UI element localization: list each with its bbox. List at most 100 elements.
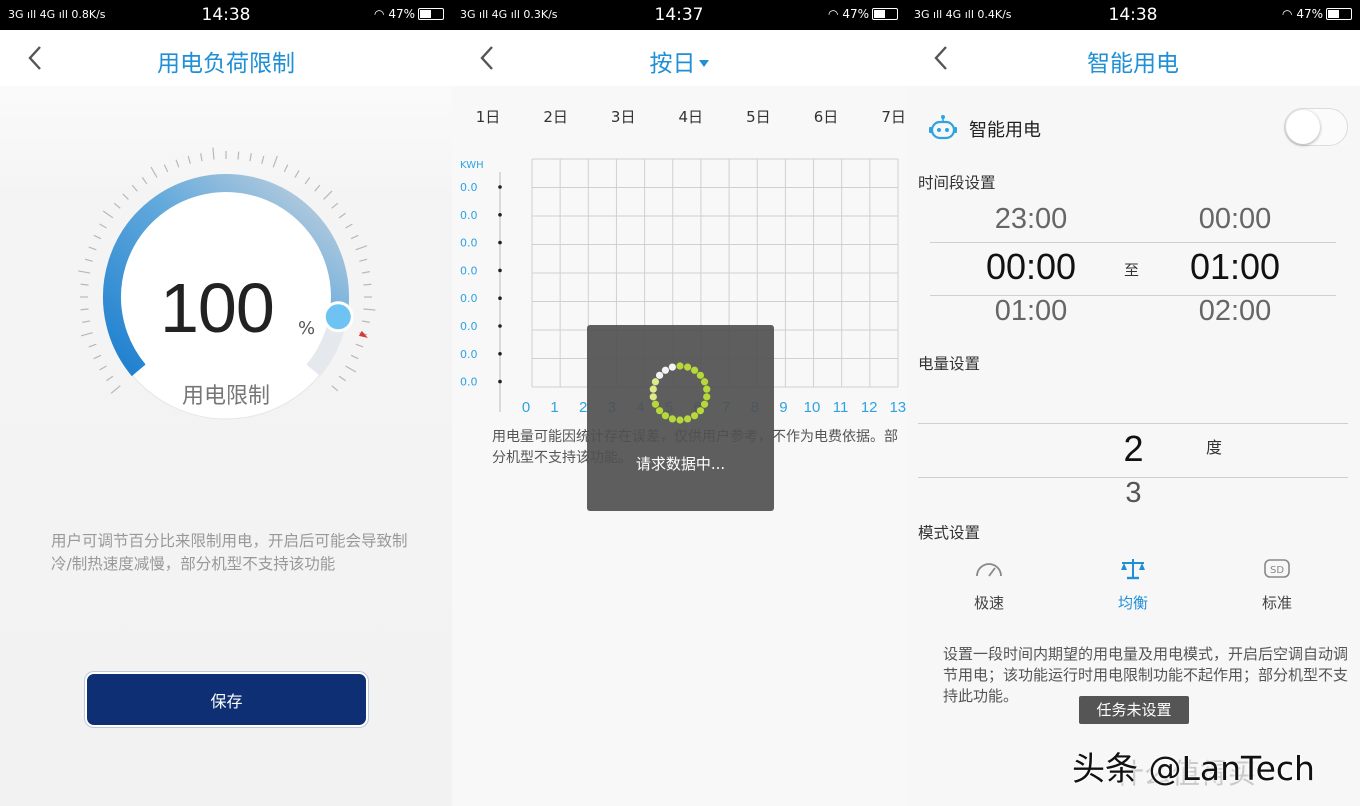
status-bar: 3G ıll 4G ıll 0.4K/s 14:38 ◠ 47% <box>906 0 1360 30</box>
gauge-tick <box>200 153 203 162</box>
gauge-tick <box>363 283 372 286</box>
watermark: 头条 @LanTech <box>1072 749 1315 788</box>
day-tab[interactable]: 7日 <box>874 106 906 127</box>
y-tick-label: 0.0 <box>460 237 478 250</box>
load-limit-screen: 3G ıll 4G ıll 0.8K/s 14:38 ◠ 47% 用电负荷限制 … <box>0 0 452 806</box>
start-time-selected[interactable]: 00:00 <box>946 246 1116 288</box>
picker-divider <box>918 423 1348 424</box>
spinner-dot <box>661 366 670 374</box>
day-tab[interactable]: 2日 <box>536 106 576 127</box>
gauge-tick <box>237 151 240 160</box>
day-tab[interactable]: 6日 <box>806 106 846 127</box>
mode-balanced[interactable]: 均衡 <box>1088 556 1178 613</box>
day-tab[interactable]: 4日 <box>671 106 711 127</box>
gauge-tick <box>212 147 215 160</box>
spinner-dot <box>703 393 711 401</box>
gauge-tick <box>88 343 97 348</box>
start-time-prev[interactable]: 23:00 <box>946 203 1116 236</box>
spinner-dot <box>649 393 657 401</box>
gauge-label: 用电限制 <box>181 384 270 409</box>
gauge-tick <box>355 343 364 348</box>
day-tab[interactable]: 3日 <box>603 106 643 127</box>
spinner-dot <box>661 412 670 420</box>
header: 按日 <box>452 30 906 86</box>
loading-dialog: 请求数据中... <box>587 325 774 511</box>
daily-usage-screen: 3G ıll 4G ıll 0.3K/s 14:37 ◠ 47% 按日 1日 2日… <box>452 0 906 806</box>
y-axis-label: KWH <box>460 160 484 171</box>
start-time-next[interactable]: 01:00 <box>946 295 1116 328</box>
mode-label: 标准 <box>1261 594 1292 612</box>
gauge-tick <box>314 184 321 192</box>
gauge-tick <box>131 184 138 192</box>
day-tab[interactable]: 5日 <box>738 106 778 127</box>
gauge-tick <box>361 271 370 274</box>
save-button[interactable]: 保存 <box>85 672 368 727</box>
spinner-dot <box>684 363 692 371</box>
gauge-tick <box>99 223 107 229</box>
gauge-tick <box>187 155 191 164</box>
spinner-dot <box>690 366 699 374</box>
robot-icon <box>929 115 957 140</box>
header: 用电负荷限制 <box>0 30 452 86</box>
spinner-dot <box>668 415 676 423</box>
gauge-tick <box>80 332 93 337</box>
gauge-tick <box>345 223 353 229</box>
gauge-tick <box>80 308 89 311</box>
amount-next[interactable]: 3 <box>1096 477 1171 510</box>
gauge-tick <box>338 212 346 219</box>
y-tick-dot <box>498 240 502 245</box>
spinner-dot <box>655 407 664 415</box>
gauge-tick <box>163 164 169 173</box>
y-tick-dot <box>498 268 502 273</box>
header: 智能用电 <box>906 30 1360 86</box>
battery-icon <box>418 8 444 20</box>
toggle-knob <box>1286 110 1320 144</box>
wifi-icon: ◠ <box>1282 7 1293 21</box>
gauge-tick <box>93 234 102 240</box>
spinner-dot <box>655 371 664 379</box>
period-label: 按日 <box>649 51 696 77</box>
spinner-dot <box>700 378 709 386</box>
end-time-selected[interactable]: 01:00 <box>1150 246 1320 288</box>
loading-text: 请求数据中... <box>635 455 726 473</box>
gauge-tick <box>175 159 180 168</box>
battery-icon <box>872 8 898 20</box>
x-tick-label: 1 <box>550 399 558 416</box>
x-tick-label: 10 <box>804 399 821 416</box>
x-tick-label: 9 <box>779 399 787 416</box>
gauge-tick <box>283 164 289 173</box>
limit-unit: % <box>298 318 316 339</box>
smart-power-label: 智能用电 <box>969 120 1041 141</box>
amount-selected[interactable]: 2 <box>1096 428 1171 470</box>
gauge-tick <box>141 177 148 185</box>
end-time-next[interactable]: 02:00 <box>1150 295 1320 328</box>
gauge-tick <box>294 170 300 178</box>
y-tick-label: 0.0 <box>460 292 478 305</box>
gauge-tick <box>150 166 158 178</box>
y-tick-dot <box>498 379 502 384</box>
period-dropdown[interactable]: 按日 <box>452 44 906 78</box>
loading-spinner-icon <box>649 362 711 424</box>
mode-standard[interactable]: SD 标准 <box>1232 556 1322 613</box>
spinner-dot <box>651 400 660 408</box>
gauge-tick <box>323 190 333 200</box>
spinner-dot <box>668 363 676 371</box>
y-tick-label: 0.0 <box>460 181 478 194</box>
smart-power-toggle[interactable] <box>1284 108 1348 146</box>
y-tick-dot <box>498 213 502 217</box>
wifi-icon: ◠ <box>828 7 839 21</box>
mode-fast[interactable]: 极速 <box>944 556 1034 613</box>
end-time-prev[interactable]: 00:00 <box>1150 203 1320 236</box>
day-tab[interactable]: 1日 <box>468 106 508 127</box>
spinner-dot <box>651 378 660 386</box>
battery-icon <box>1326 8 1352 20</box>
amount-section-title: 电量设置 <box>918 355 981 373</box>
picker-divider <box>930 242 1336 243</box>
day-selector: 1日 2日 3日 4日 5日 6日 7日 <box>452 106 906 128</box>
gauge-tick <box>331 202 339 209</box>
gauge-knob[interactable] <box>322 301 354 333</box>
battery-percent: 47% <box>1296 7 1323 21</box>
gauge-tick <box>88 246 97 251</box>
y-tick-label: 0.0 <box>460 209 478 222</box>
mode-section-title: 模式设置 <box>918 524 981 542</box>
